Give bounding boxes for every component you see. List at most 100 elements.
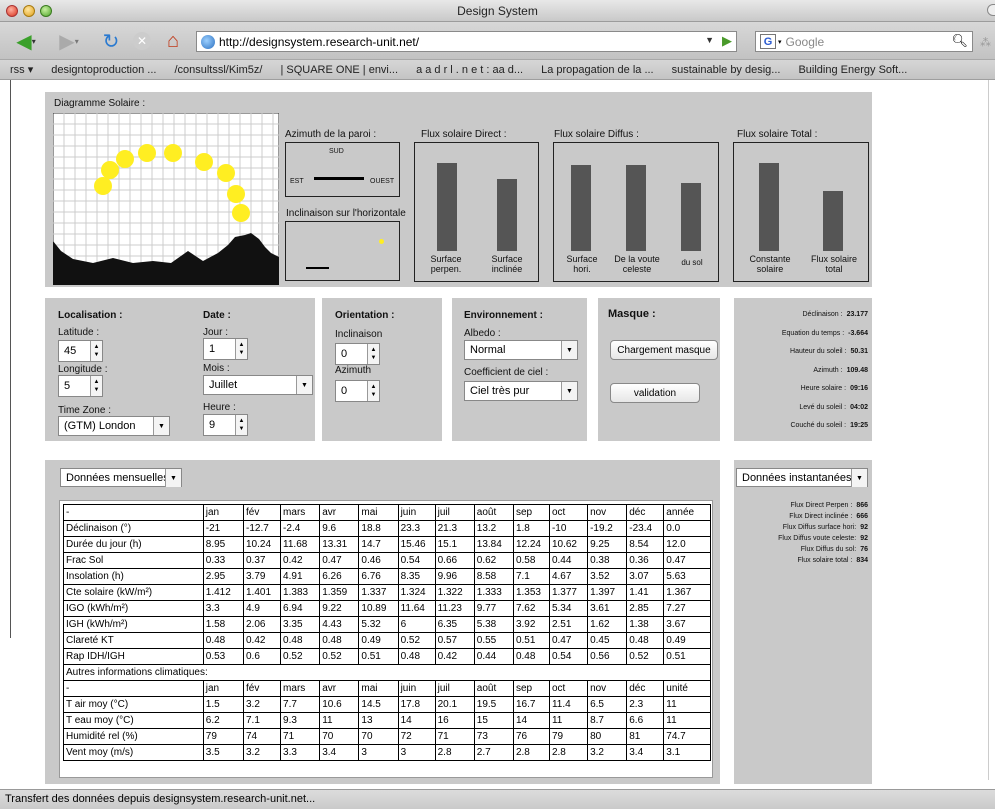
south-label: SUD xyxy=(329,148,344,155)
table-cell: 0.44 xyxy=(548,552,589,569)
table-cell: 6.35 xyxy=(434,616,475,633)
bookmark-item[interactable]: La propagation de la ... xyxy=(541,64,654,76)
bookmark-item[interactable]: designtoproduction ... xyxy=(51,64,156,76)
month-value: Juillet xyxy=(209,379,238,391)
table-cell: 6.5 xyxy=(587,696,628,713)
table-cell: 0.47 xyxy=(548,632,589,649)
month-select[interactable]: Juillet ▼ xyxy=(203,375,313,395)
table-cell: 2.95 xyxy=(202,568,245,585)
wall-azimuth-widget[interactable]: SUD EST OUEST xyxy=(285,142,400,197)
day-stepper[interactable]: 1 ▲ ▼ xyxy=(203,338,248,360)
latitude-stepper[interactable]: 45 ▲ ▼ xyxy=(58,340,103,362)
url-history-dropdown-icon[interactable]: ▼ xyxy=(705,35,714,45)
table-cell: 9.96 xyxy=(434,568,475,585)
table-cell: 0.46 xyxy=(358,552,399,569)
bookmark-item[interactable]: Building Energy Soft... xyxy=(798,64,907,76)
table-cell: 1.38 xyxy=(626,616,665,633)
forward-arrow-icon[interactable]: ▶ ▾ xyxy=(52,28,86,54)
instant-data-label: Flux Diffus du sol: xyxy=(800,546,857,553)
table-cell: 2.8 xyxy=(434,744,475,761)
table-cell: 79 xyxy=(548,728,589,745)
table-cell: 3.4 xyxy=(319,744,360,761)
sky-coefficient-select[interactable]: Ciel très pur ▼ xyxy=(464,381,578,401)
instant-mode-select[interactable]: Données instantanées ▼ xyxy=(736,468,868,487)
azimuth-stepper[interactable]: 0 ▲ ▼ xyxy=(335,380,380,402)
table-cell: juil xyxy=(434,680,475,697)
table-cell: 8.7 xyxy=(587,712,628,729)
table-row: Durée du jour (h) 8.95 10.24 11.68 13.31 14.7… xyxy=(63,536,711,553)
monthly-table: - jan fév mars avr mai juin juil août sep oct nov dé… xyxy=(63,504,711,761)
table-cell: 14 xyxy=(512,712,550,729)
home-icon[interactable]: ⌂ xyxy=(160,28,186,54)
hour-stepper[interactable]: 9 ▲ ▼ xyxy=(203,414,248,436)
environment-panel: Environnement : Albedo : Normal ▼ Coeffic… xyxy=(452,298,587,441)
longitude-stepper[interactable]: 5 ▲ ▼ xyxy=(58,375,103,397)
stepper-arrows-icon[interactable]: ▲ ▼ xyxy=(367,344,379,364)
table-cell: 0.54 xyxy=(397,552,436,569)
stepper-arrows-icon[interactable]: ▲ ▼ xyxy=(367,381,379,401)
table-cell: 80 xyxy=(587,728,628,745)
search-icon[interactable]: 🔍︎ xyxy=(951,33,968,49)
back-arrow-icon[interactable]: ◀ ▾ xyxy=(8,28,44,54)
table-cell: 6 xyxy=(397,616,436,633)
bookmark-item[interactable]: rss ▾ xyxy=(10,63,33,76)
reload-icon[interactable]: ↻ xyxy=(98,28,124,54)
table-cell: 3.67 xyxy=(663,616,711,633)
other-climate-title: Autres informations climatiques: xyxy=(63,664,711,681)
bookmark-item[interactable]: a a d r l . n e t : aa d... xyxy=(416,64,523,76)
timezone-select[interactable]: (GTM) London ▼ xyxy=(58,416,170,436)
stop-icon[interactable]: ✕ xyxy=(130,28,154,54)
table-cell: 0.53 xyxy=(202,648,245,665)
search-box[interactable]: G ▾ Google 🔍︎ xyxy=(755,31,973,52)
table-cell: 11.64 xyxy=(397,600,436,617)
bookmark-item[interactable]: /consultssl/Kim5z/ xyxy=(174,64,262,76)
url-bar[interactable]: http://designsystem.research-unit.net/ ▼… xyxy=(196,31,737,52)
toolbar-toggle-button[interactable] xyxy=(987,4,995,16)
table-cell: avr xyxy=(319,680,360,697)
table-cell: 6.2 xyxy=(202,712,245,729)
wall-azimuth-label: Azimuth de la paroi : xyxy=(285,129,377,140)
table-cell: 0.44 xyxy=(473,648,514,665)
load-mask-button[interactable]: Chargement masque xyxy=(610,340,718,360)
solar-info-label: Equation du temps : xyxy=(781,329,845,337)
bookmark-item[interactable]: | SQUARE ONE | envi... xyxy=(280,64,398,76)
solar-info-label: Azimuth : xyxy=(813,366,843,374)
total-flux-bar xyxy=(759,163,779,251)
environment-title: Environnement : xyxy=(464,310,543,321)
validate-button[interactable]: validation xyxy=(610,383,700,403)
solar-info-label: Couché du soleil : xyxy=(790,422,847,429)
stepper-arrows-icon[interactable]: ▲ ▼ xyxy=(90,341,102,361)
table-cell: 70 xyxy=(319,728,360,745)
search-engine-icon[interactable]: G xyxy=(760,34,776,49)
longitude-value: 5 xyxy=(64,380,71,392)
inclination-widget[interactable] xyxy=(285,221,400,281)
table-cell: 0.48 xyxy=(397,648,436,665)
table-cell: 12.24 xyxy=(512,536,550,553)
solar-info-value: 109.48 xyxy=(846,366,868,374)
table-cell: -19.2 xyxy=(587,520,628,537)
table-cell: 3.92 xyxy=(512,616,550,633)
row-label-cell: Clareté KT xyxy=(63,632,204,649)
inclination-stepper[interactable]: 0 ▲ ▼ xyxy=(335,343,380,365)
location-date-panel: Localisation : Latitude : 45 ▲ ▼ Longitude… xyxy=(45,298,315,441)
data-mode-select[interactable]: Données mensuelles ▼ xyxy=(60,468,182,487)
instant-data-value: 834 xyxy=(856,557,868,564)
table-cell: 10.6 xyxy=(319,696,360,713)
table-cell: 7.62 xyxy=(512,600,550,617)
instant-data-label: Flux Diffus surface hori: xyxy=(782,524,857,531)
instant-data-value: 92 xyxy=(860,535,868,542)
chevron-down-icon: ▼ xyxy=(851,469,867,487)
stepper-arrows-icon[interactable]: ▲ ▼ xyxy=(235,339,247,359)
page-scrollbar[interactable] xyxy=(988,80,995,780)
stepper-arrows-icon[interactable]: ▲ ▼ xyxy=(90,376,102,396)
table-cell: 5.34 xyxy=(548,600,589,617)
table-cell: 12.0 xyxy=(663,536,711,553)
albedo-select[interactable]: Normal ▼ xyxy=(464,340,578,360)
table-cell: sep xyxy=(512,680,550,697)
table-cell: mai xyxy=(358,504,399,521)
stepper-arrows-icon[interactable]: ▲ ▼ xyxy=(235,415,247,435)
table-cell: 2.8 xyxy=(512,744,550,761)
table-cell: 0.38 xyxy=(587,552,628,569)
bookmark-item[interactable]: sustainable by desig... xyxy=(672,64,781,76)
go-arrow-icon[interactable]: ▶ xyxy=(722,33,732,49)
